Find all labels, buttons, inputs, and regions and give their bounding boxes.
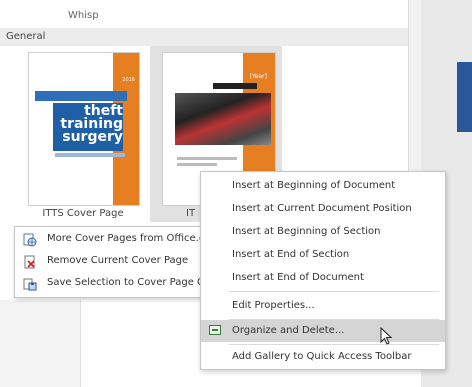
thumbnail-label: IT xyxy=(186,208,196,219)
thumbnail-photo xyxy=(175,93,271,145)
menu-item-label: Insert at Beginning of Document xyxy=(232,180,396,191)
menu-item-label: More Cover Pages from Office.com xyxy=(47,233,221,244)
menu-item-insert-current-position[interactable]: Insert at Current Document Position xyxy=(201,198,445,220)
thumbnail-title-bar xyxy=(213,83,257,89)
gallery-section-header: General xyxy=(0,28,408,46)
menu-item-more-cover-pages[interactable]: More Cover Pages from Office.com xyxy=(15,229,220,251)
organize-icon xyxy=(209,325,221,335)
menu-item-label: Edit Properties... xyxy=(232,300,315,311)
menu-item-label: Add Gallery to Quick Access Toolbar xyxy=(232,351,412,362)
document-blue-block xyxy=(457,62,472,132)
mouse-cursor-icon xyxy=(380,326,394,347)
menu-item-insert-beginning-document[interactable]: Insert at Beginning of Document xyxy=(201,175,445,197)
menu-item-insert-beginning-section[interactable]: Insert at Beginning of Section xyxy=(201,221,445,243)
menu-item-edit-properties[interactable]: Edit Properties... xyxy=(201,295,445,317)
globe-doc-icon xyxy=(23,233,37,247)
insert-context-menu: Insert at Beginning of Document Insert a… xyxy=(200,171,446,370)
menu-separator xyxy=(229,291,439,292)
menu-item-remove-cover-page[interactable]: Remove Current Cover Page xyxy=(15,251,211,273)
thumbnail-year: 2016 xyxy=(122,77,135,83)
menu-item-label: Insert at End of Document xyxy=(232,272,364,283)
gallery-context-menu: More Cover Pages from Office.com Remove … xyxy=(14,226,241,298)
menu-separator xyxy=(229,344,439,345)
menu-item-add-to-quick-access[interactable]: Add Gallery to Quick Access Toolbar xyxy=(201,346,445,368)
thumbnail-text-line xyxy=(177,163,217,166)
menu-item-label: Insert at Current Document Position xyxy=(232,203,412,214)
menu-item-label: Insert at Beginning of Section xyxy=(232,226,381,237)
document-page xyxy=(80,300,212,387)
thumbnail-blue-band xyxy=(35,91,127,101)
cover-page-thumbnail-itts[interactable]: 2016 theft training surgery xyxy=(28,52,140,206)
menu-item-label: Remove Current Cover Page xyxy=(47,255,189,266)
menu-item-label: Insert at End of Section xyxy=(232,249,350,260)
menu-item-insert-end-document[interactable]: Insert at End of Document xyxy=(201,267,445,289)
thumbnail-text-line xyxy=(177,157,237,160)
menu-item-insert-end-section[interactable]: Insert at End of Section xyxy=(201,244,445,266)
document-margin xyxy=(0,300,80,387)
thumbnail-title: theft training surgery xyxy=(60,103,123,145)
gallery-item-label-whisp: Whisp xyxy=(68,10,99,21)
menu-item-organize-delete[interactable]: Organize and Delete... xyxy=(201,320,445,342)
remove-page-icon xyxy=(23,255,37,269)
thumbnail-label: ITTS Cover Page xyxy=(42,208,124,219)
save-gallery-icon xyxy=(23,277,37,291)
thumbnail-subtitle-bar xyxy=(55,153,125,157)
menu-item-label: Organize and Delete... xyxy=(232,325,345,336)
menu-item-save-selection[interactable]: Save Selection to Cover Page Gallery... xyxy=(15,273,241,295)
thumbnail-year: [Year] xyxy=(249,73,267,80)
